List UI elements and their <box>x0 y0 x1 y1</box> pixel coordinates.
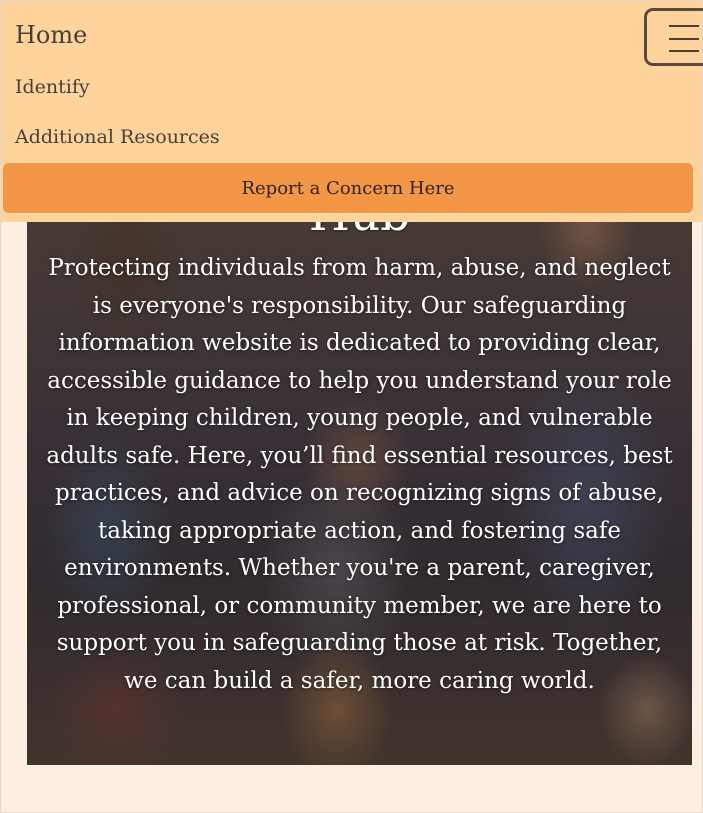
hamburger-menu-icon[interactable] <box>644 8 703 66</box>
menu-bar-middle <box>669 38 699 40</box>
hero-content: Hub Protecting individuals from harm, ab… <box>27 184 692 700</box>
nav-home-link[interactable]: Home <box>15 21 87 49</box>
nav-identify-link[interactable]: Identify <box>15 76 90 98</box>
menu-bar-bottom <box>669 50 699 52</box>
nav-additional-resources-link[interactable]: Additional Resources <box>15 126 220 148</box>
report-concern-button[interactable]: Report a Concern Here <box>3 163 693 213</box>
navbar: Home Identify Additional Resources Repor… <box>1 1 703 222</box>
hero-section: Hub Protecting individuals from harm, ab… <box>27 150 692 765</box>
hero-description: Protecting individuals from harm, abuse,… <box>46 255 673 694</box>
menu-bar-top <box>669 25 699 27</box>
